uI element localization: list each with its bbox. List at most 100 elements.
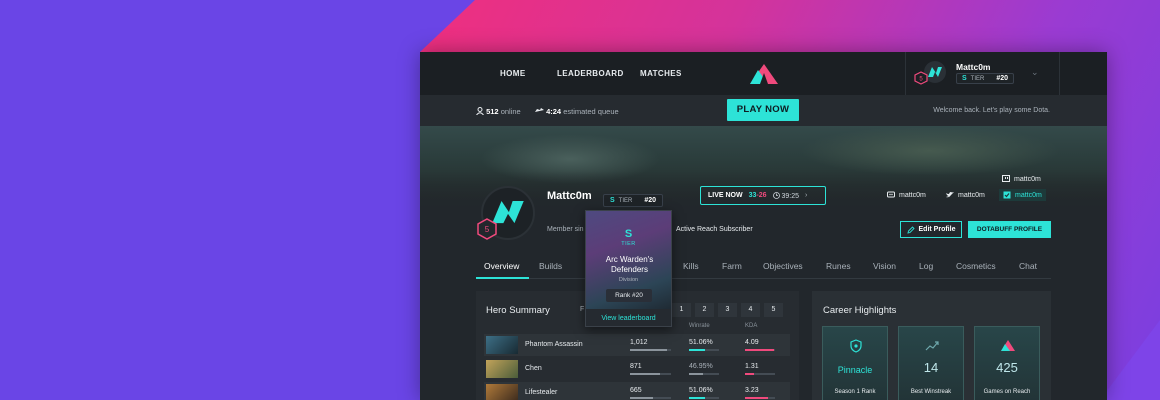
highlight-value: Pinnacle xyxy=(837,365,873,375)
matches-bar-fill xyxy=(630,373,660,375)
matches-value: 665 xyxy=(630,387,642,394)
highlight-value: 425 xyxy=(996,360,1018,375)
top-nav: HOME LEADERBOARD MATCHES 5 Mattc0m S TIE… xyxy=(420,52,1107,95)
page-2[interactable]: 2 xyxy=(695,303,714,317)
nav-leaderboard[interactable]: LEADERBOARD xyxy=(557,69,624,78)
nav-matches[interactable]: MATCHES xyxy=(640,69,682,78)
matches-value: 871 xyxy=(630,363,642,370)
tab-runes[interactable]: Runes xyxy=(826,261,851,271)
online-count: 512 online xyxy=(476,107,521,116)
winrate-value: 46.95% xyxy=(689,363,713,370)
level-hex-icon: 5 xyxy=(477,218,497,240)
division-label: Division xyxy=(618,277,639,283)
member-since: Member sin xyxy=(547,226,584,233)
table-row[interactable]: Chen 871 46.95% 1.31 xyxy=(484,358,790,380)
user-name: Mattc0m xyxy=(956,62,991,72)
winrate-value: 51.06% xyxy=(689,387,713,394)
discord-link[interactable]: mattc0m xyxy=(887,191,926,199)
kda-bar-fill xyxy=(745,349,774,351)
hero-name: Chen xyxy=(525,365,542,372)
highlight-value: 14 xyxy=(923,360,939,375)
matches-bar xyxy=(630,397,671,399)
matches-bar xyxy=(630,373,671,375)
edit-profile-button[interactable]: Edit Profile xyxy=(900,221,962,238)
page-5[interactable]: 5 xyxy=(764,303,783,317)
table-row[interactable]: Phantom Assassin 1,012 51.06% 4.09 xyxy=(484,334,790,356)
winrate-bar xyxy=(689,397,719,399)
user-menu[interactable]: 5 Mattc0m S TIER #20 ⌄ xyxy=(905,52,1060,95)
page-3[interactable]: 3 xyxy=(718,303,737,317)
level-hex-icon: 5 xyxy=(914,71,928,85)
kda-bar xyxy=(745,397,775,399)
tab-builds[interactable]: Builds xyxy=(539,261,562,271)
winrate-bar-fill xyxy=(689,349,705,351)
highlight-label: Best Winstreak xyxy=(910,389,952,395)
view-leaderboard-link[interactable]: View leaderboard xyxy=(586,315,671,322)
hero-name: Phantom Assassin xyxy=(525,341,583,348)
matches-bar-fill xyxy=(630,349,667,351)
profile-tabs: Overview Builds Kills Farm Objectives Ru… xyxy=(476,253,1051,279)
pencil-icon xyxy=(906,225,915,234)
twitter-icon xyxy=(946,192,954,198)
twitter-link[interactable]: mattc0m xyxy=(946,191,985,199)
column-header-winrate[interactable]: Winrate xyxy=(689,323,710,329)
clock-icon xyxy=(772,191,780,199)
page-1[interactable]: 1 xyxy=(672,303,691,317)
twitch-icon xyxy=(1002,175,1010,182)
kda-value: 3.23 xyxy=(745,387,759,394)
tab-overview[interactable]: Overview xyxy=(484,261,519,271)
tab-log[interactable]: Log xyxy=(919,261,933,271)
tab-vision[interactable]: Vision xyxy=(873,261,896,271)
tab-chat[interactable]: Chat xyxy=(1019,261,1037,271)
hero-portrait xyxy=(486,384,518,400)
career-highlights-panel: Career Highlights Pinnacle Season 1 Rank… xyxy=(812,291,1051,400)
tab-objectives[interactable]: Objectives xyxy=(763,261,803,271)
highlight-card[interactable]: Pinnacle Season 1 Rank xyxy=(822,326,888,400)
queue-time: 4:24 estimated queue xyxy=(535,107,619,116)
tab-kills[interactable]: Kills xyxy=(683,261,699,271)
steam-icon xyxy=(1003,191,1011,199)
tier-letter: S xyxy=(624,228,633,240)
status-bar: 512 online 4:24 estimated queue PLAY NOW… xyxy=(420,95,1107,126)
live-match-button[interactable]: LIVE NOW 33-26 39:25 › xyxy=(700,186,826,205)
dotabuff-profile-button[interactable]: DOTABUFF PROFILE xyxy=(968,221,1051,238)
welcome-message: Welcome back. Let's play some Dota. xyxy=(933,107,1050,114)
active-tab-indicator xyxy=(476,277,529,279)
app-window: HOME LEADERBOARD MATCHES 5 Mattc0m S TIE… xyxy=(420,52,1107,400)
play-now-button[interactable]: PLAY NOW xyxy=(727,99,799,121)
highlight-label: Games on Reach xyxy=(983,389,1031,395)
steam-link[interactable]: mattc0m xyxy=(999,189,1046,201)
highlight-label: Season 1 Rank xyxy=(834,389,876,395)
highlight-card[interactable]: 14 Best Winstreak xyxy=(898,326,964,400)
column-header-kda[interactable]: KDA xyxy=(745,323,757,329)
hero-name: Lifestealer xyxy=(525,389,558,396)
highlight-card[interactable]: 425 Games on Reach xyxy=(974,326,1040,400)
winrate-bar xyxy=(689,349,719,351)
matches-bar xyxy=(630,349,671,351)
filter-label[interactable]: F xyxy=(580,306,584,313)
page-4[interactable]: 4 xyxy=(741,303,760,317)
table-row[interactable]: Lifestealer 665 51.06% 3.23 xyxy=(484,382,790,400)
hero-portrait xyxy=(486,336,518,354)
team-name: Arc Warden's Defenders xyxy=(605,255,654,274)
kda-bar xyxy=(745,349,775,351)
winrate-value: 51.06% xyxy=(689,339,713,346)
chevron-right-icon: › xyxy=(805,192,808,199)
user-icon xyxy=(476,107,484,116)
winrate-bar-fill xyxy=(689,397,705,399)
match-clock: 39:25 xyxy=(772,191,799,200)
reach-logo-icon xyxy=(1001,340,1015,351)
hero-summary-title: Hero Summary xyxy=(486,305,550,316)
discord-icon xyxy=(887,191,895,198)
reach-status: Active Reach Subscriber xyxy=(676,226,753,233)
chevron-down-icon[interactable]: ⌄ xyxy=(1031,67,1039,78)
tier-badge[interactable]: S TIER #20 xyxy=(603,189,664,207)
tab-cosmetics[interactable]: Cosmetics xyxy=(956,261,996,271)
tab-farm[interactable]: Farm xyxy=(722,261,742,271)
twitch-link[interactable]: mattc0m xyxy=(1002,175,1041,183)
nav-home[interactable]: HOME xyxy=(500,69,526,78)
reach-logo-icon[interactable] xyxy=(750,64,778,84)
tier-label: TIER xyxy=(621,241,636,247)
division-popover: S TIER Arc Warden's Defenders Division R… xyxy=(585,210,672,327)
kda-value: 4.09 xyxy=(745,339,759,346)
